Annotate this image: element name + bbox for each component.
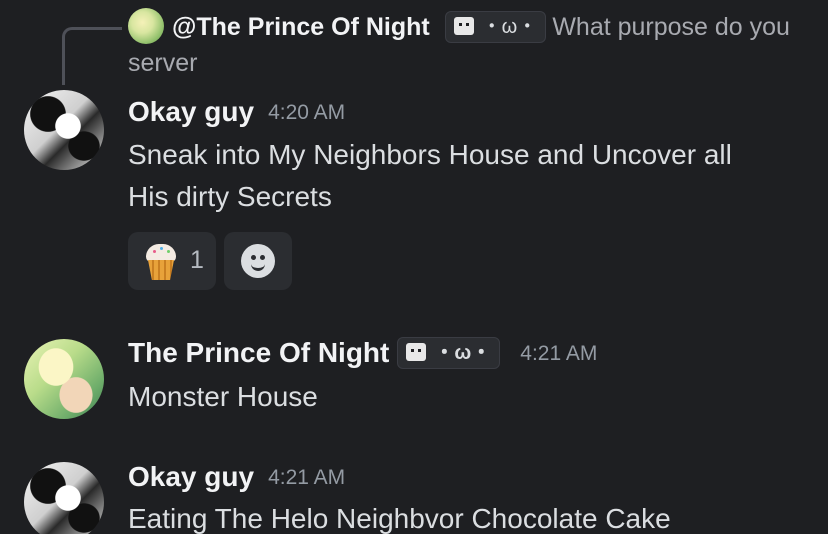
message-content: Eating The Helo Neighbvor Chocolate Cake [128, 498, 808, 534]
message-header: The Prince Of Night ・ω・ 4:21 AM [128, 337, 597, 369]
author-name[interactable]: Okay guy [128, 461, 254, 492]
timestamp: 4:20 AM [268, 101, 346, 124]
reactions-bar: 1 [128, 232, 300, 290]
cat-icon [453, 17, 474, 35]
message-content: Monster House [128, 376, 808, 418]
reply-author-mention[interactable]: @The Prince Of Night [172, 13, 430, 41]
reply-connector-line [62, 27, 122, 85]
author-name[interactable]: Okay guy [128, 96, 254, 127]
author-name[interactable]: The Prince Of Night [128, 337, 389, 368]
message-line: His dirty Secrets [128, 181, 332, 212]
message-header: Okay guy 4:20 AM [128, 96, 345, 128]
avatar-prince-icon[interactable] [24, 339, 104, 419]
avatar-okay-guy-icon[interactable] [24, 90, 104, 170]
cupcake-icon [144, 244, 178, 280]
message-content: Sneak into My Neighbors House and Uncove… [128, 134, 808, 218]
avatar-okay-guy-icon[interactable] [24, 462, 104, 534]
smiley-icon [241, 244, 275, 278]
message-line: Eating The Helo Neighbvor Chocolate Cake [128, 503, 671, 534]
reaction-cupcake[interactable]: 1 [128, 232, 216, 290]
timestamp: 4:21 AM [520, 342, 598, 365]
server-tag[interactable]: ・ω・ [444, 11, 547, 43]
cat-icon [406, 343, 427, 361]
message-header: Okay guy 4:21 AM [128, 461, 345, 493]
server-tag-text: ・ω・ [434, 342, 492, 364]
add-reaction-button[interactable] [224, 232, 292, 290]
message-line: Monster House [128, 381, 318, 412]
reply-preview[interactable]: @The Prince Of Night ・ω・ What purpose do … [128, 8, 818, 81]
chat-view: @The Prince Of Night ・ω・ What purpose do … [0, 0, 828, 534]
reaction-count: 1 [190, 246, 204, 274]
server-tag-text: ・ω・ [481, 16, 538, 38]
message-line: Sneak into My Neighbors House and Uncove… [128, 139, 732, 170]
avatar-prince-icon[interactable] [128, 8, 164, 44]
server-tag[interactable]: ・ω・ [397, 337, 501, 369]
timestamp: 4:21 AM [268, 466, 346, 489]
